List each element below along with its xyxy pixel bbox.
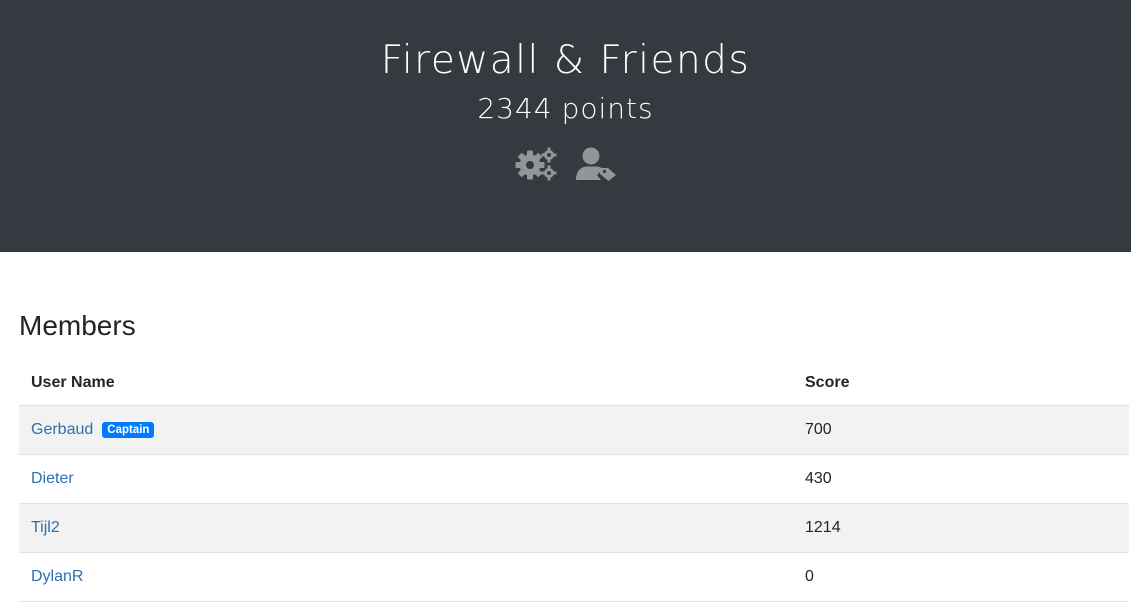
team-actions bbox=[0, 146, 1131, 182]
team-header: Firewall & Friends 2344 points bbox=[0, 0, 1131, 252]
members-heading: Members bbox=[19, 310, 136, 341]
table-row: Gerbaud Captain 700 bbox=[19, 405, 1129, 455]
score-cell: 700 bbox=[793, 405, 1129, 455]
cogs-icon bbox=[515, 147, 556, 181]
members-table: User Name Score Gerbaud Captain 700 Diete… bbox=[19, 360, 1129, 602]
team-points-value: 2344 bbox=[477, 92, 553, 125]
user-link[interactable]: Gerbaud bbox=[31, 421, 93, 438]
table-row: Dieter 430 bbox=[19, 454, 1129, 504]
user-tag-icon bbox=[575, 147, 616, 181]
table-row: Tijl2 1214 bbox=[19, 503, 1129, 553]
team-settings-button[interactable] bbox=[515, 146, 557, 182]
score-cell: 430 bbox=[793, 454, 1129, 504]
user-link[interactable]: Tijl2 bbox=[31, 519, 60, 536]
score-cell: 1214 bbox=[793, 503, 1129, 553]
score-cell: 0 bbox=[793, 552, 1129, 602]
username-cell: Tijl2 bbox=[19, 503, 793, 553]
user-link[interactable]: DylanR bbox=[31, 568, 83, 585]
table-row: DylanR 0 bbox=[19, 552, 1129, 602]
username-cell: DylanR bbox=[19, 552, 793, 602]
column-header-username: User Name bbox=[19, 360, 793, 406]
user-link[interactable]: Dieter bbox=[31, 470, 74, 487]
column-header-score: Score bbox=[793, 360, 1129, 406]
team-points-unit: points bbox=[561, 92, 654, 125]
captain-badge: Captain bbox=[102, 422, 155, 438]
team-name: Firewall & Friends bbox=[380, 38, 751, 83]
username-cell: Dieter bbox=[19, 454, 793, 504]
members-table-header: User Name Score bbox=[19, 360, 1129, 406]
team-points: 2344 points bbox=[0, 92, 1131, 126]
members-section: Members User Name Score Gerbaud Captain 7… bbox=[0, 310, 1131, 602]
username-cell: Gerbaud Captain bbox=[19, 405, 793, 455]
team-members-button[interactable] bbox=[575, 146, 617, 182]
